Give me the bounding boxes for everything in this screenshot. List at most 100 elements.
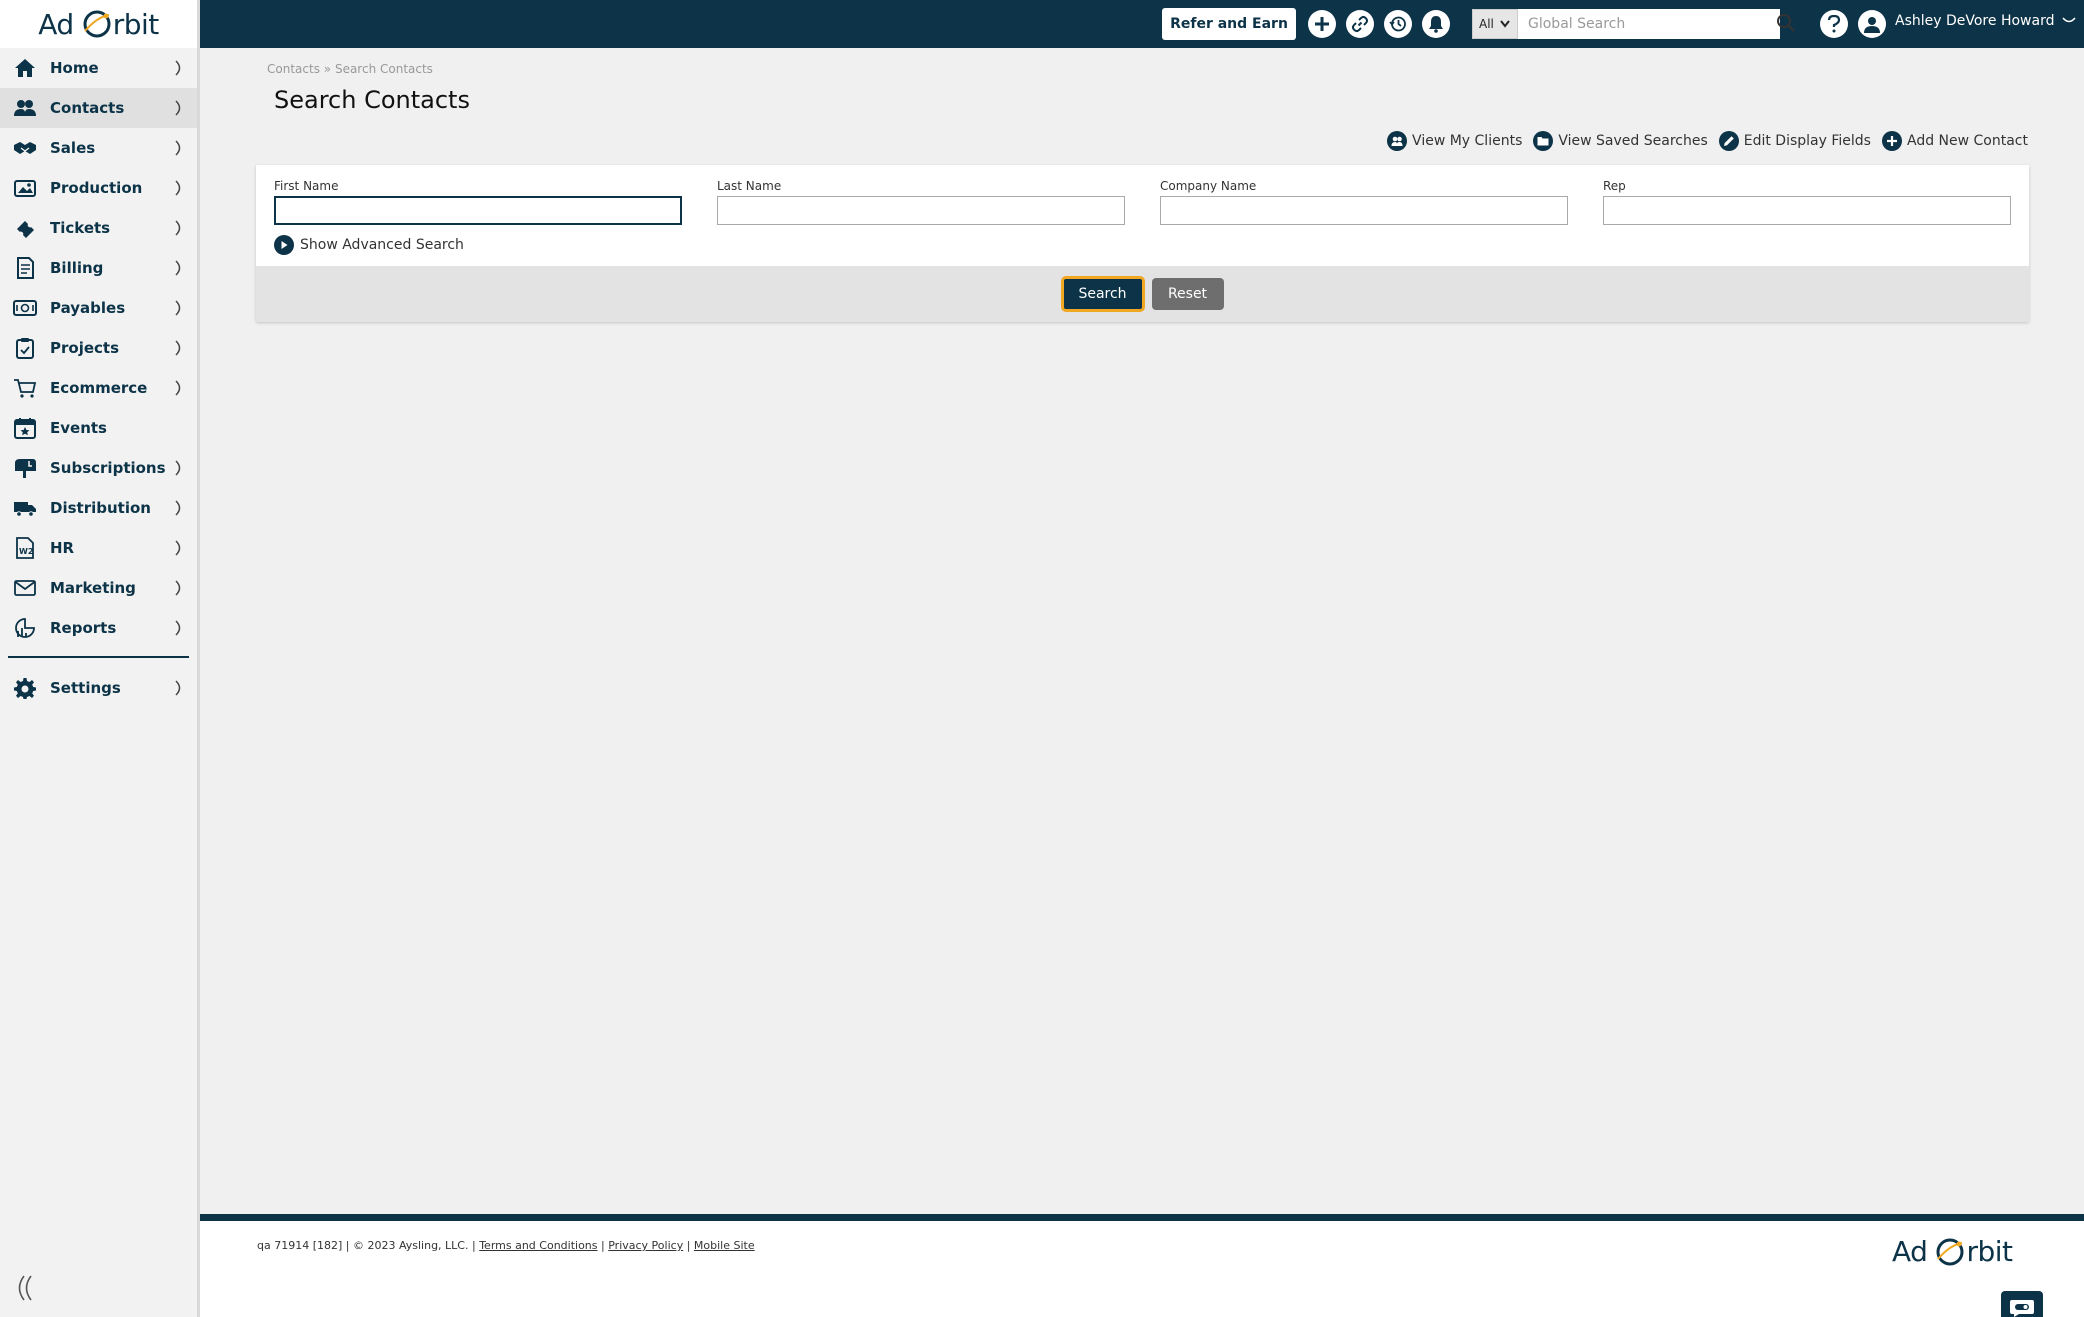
company-name-field-group: Company Name — [1160, 179, 1568, 225]
clients-icon — [1387, 131, 1408, 151]
history-icon[interactable] — [1384, 10, 1412, 38]
sidebar-item-subscriptions[interactable]: Subscriptions — [0, 448, 197, 488]
mailbox-icon — [12, 455, 38, 481]
link-icon[interactable] — [1346, 10, 1374, 38]
sidebar-item-settings[interactable]: Settings — [0, 668, 197, 708]
sidebar-item-label: Payables — [50, 299, 126, 317]
svg-text:W2: W2 — [19, 547, 33, 556]
avatar[interactable] — [1858, 10, 1886, 38]
contacts-icon — [12, 95, 38, 121]
footer-separator: | — [601, 1239, 605, 1252]
handshake-icon — [12, 135, 38, 161]
sidebar-item-label: Projects — [50, 339, 120, 357]
last-name-input[interactable] — [717, 196, 1125, 225]
sidebar-item-distribution[interactable]: Distribution — [0, 488, 197, 528]
sidebar-item-label: Contacts — [50, 99, 125, 117]
footer: qa 71914 [182] | © 2023 Aysling, LLC. | … — [200, 1214, 2084, 1317]
breadcrumb-contacts-link[interactable]: Contacts — [267, 62, 320, 76]
sidebar-item-marketing[interactable]: Marketing — [0, 568, 197, 608]
sidebar-item-projects[interactable]: Projects — [0, 328, 197, 368]
chevron-right-icon — [171, 537, 187, 559]
show-advanced-search-toggle[interactable]: Show Advanced Search — [274, 235, 464, 255]
play-circle-icon — [274, 235, 294, 255]
logo-text-left: Ad — [38, 7, 74, 41]
sidebar-item-events[interactable]: Events — [0, 408, 197, 448]
add-new-contact-label: Add New Contact — [1906, 133, 2028, 149]
sidebar-item-hr[interactable]: W2 HR — [0, 528, 197, 568]
logo-text-left: Ad — [1892, 1235, 1928, 1268]
calendar-star-icon — [12, 415, 38, 441]
view-saved-searches-button[interactable]: View Saved Searches — [1533, 131, 1708, 151]
sidebar-item-label: Settings — [50, 679, 121, 697]
sidebar-item-label: Subscriptions — [50, 459, 166, 477]
app-logo[interactable]: Ad rbit — [0, 0, 197, 48]
view-saved-searches-label: View Saved Searches — [1558, 133, 1708, 149]
view-my-clients-button[interactable]: View My Clients — [1387, 131, 1522, 151]
sidebar-item-production[interactable]: Production — [0, 168, 197, 208]
sidebar-item-label: Marketing — [50, 579, 136, 597]
collapse-sidebar-icon[interactable] — [14, 1274, 36, 1302]
chevron-right-icon — [171, 337, 187, 359]
company-name-input[interactable] — [1160, 196, 1568, 225]
chevron-right-icon — [171, 57, 187, 79]
search-scope-select[interactable]: All — [1472, 9, 1518, 39]
sidebar-item-sales[interactable]: Sales — [0, 128, 197, 168]
last-name-field-group: Last Name — [717, 179, 1125, 225]
refer-and-earn-button[interactable]: Refer and Earn — [1162, 8, 1296, 40]
envelope-icon — [12, 575, 38, 601]
sidebar-item-label: Distribution — [50, 499, 151, 517]
chevron-right-icon — [171, 617, 187, 639]
form-button-bar: Search Reset — [256, 266, 2029, 322]
edit-display-fields-button[interactable]: Edit Display Fields — [1718, 131, 1871, 151]
sidebar-item-reports[interactable]: Reports — [0, 608, 197, 648]
plus-icon — [1881, 131, 1902, 151]
sidebar-item-label: Reports — [50, 619, 117, 637]
sidebar-item-tickets[interactable]: Tickets — [0, 208, 197, 248]
chat-toggle-icon[interactable] — [2001, 1291, 2043, 1317]
rep-field-group: Rep — [1603, 179, 2011, 225]
logo-text-right: rbit — [1966, 1235, 2013, 1268]
add-icon[interactable] — [1308, 10, 1336, 38]
reset-button[interactable]: Reset — [1151, 278, 1224, 310]
first-name-label: First Name — [274, 179, 339, 193]
logo-text-right: rbit — [112, 7, 160, 41]
rep-input[interactable] — [1603, 196, 2011, 225]
chevron-right-icon — [171, 377, 187, 399]
sidebar-item-ecommerce[interactable]: Ecommerce — [0, 368, 197, 408]
breadcrumb: Contacts » Search Contacts — [267, 62, 433, 76]
sidebar-item-billing[interactable]: Billing — [0, 248, 197, 288]
chevron-right-icon — [171, 257, 187, 279]
breadcrumb-separator: » — [323, 62, 332, 76]
pencil-icon — [1718, 131, 1739, 151]
search-button[interactable]: Search — [1061, 277, 1144, 311]
chevron-right-icon — [171, 677, 187, 699]
top-bar: Refer and Earn All Ashley DeVore Howard — [200, 0, 2084, 48]
logo-orbit-icon — [83, 10, 111, 38]
privacy-link[interactable]: Privacy Policy — [608, 1239, 683, 1252]
bell-icon[interactable] — [1422, 10, 1450, 38]
reports-icon — [12, 615, 38, 641]
chevron-right-icon — [171, 177, 187, 199]
footer-text: qa 71914 [182] | © 2023 Aysling, LLC. | … — [257, 1239, 755, 1252]
sidebar-item-payables[interactable]: Payables — [0, 288, 197, 328]
help-icon[interactable] — [1820, 10, 1848, 38]
user-name: Ashley DeVore Howard — [1895, 13, 2055, 29]
sidebar-item-label: Tickets — [50, 219, 111, 237]
global-search-input[interactable] — [1518, 9, 1780, 39]
search-icon[interactable] — [1776, 13, 1798, 35]
sidebar-item-label: Sales — [50, 139, 96, 157]
sidebar-item-contacts[interactable]: Contacts — [0, 88, 197, 128]
sidebar-nav: Home Contacts Sales Production Tickets B… — [0, 48, 197, 708]
first-name-input[interactable] — [274, 196, 682, 225]
page-actions: View My Clients View Saved Searches Edit… — [1376, 131, 2028, 151]
sidebar-item-home[interactable]: Home — [0, 48, 197, 88]
add-new-contact-button[interactable]: Add New Contact — [1881, 131, 2028, 151]
first-name-field-group: First Name — [274, 179, 682, 225]
footer-version: qa 71914 [182] | © 2023 Aysling, LLC. | — [257, 1239, 476, 1252]
sidebar-item-label: HR — [50, 539, 75, 557]
terms-link[interactable]: Terms and Conditions — [479, 1239, 597, 1252]
user-menu[interactable]: Ashley DeVore Howard — [1895, 13, 2077, 29]
edit-display-fields-label: Edit Display Fields — [1743, 133, 1871, 149]
mobile-site-link[interactable]: Mobile Site — [694, 1239, 755, 1252]
home-icon — [12, 55, 38, 81]
